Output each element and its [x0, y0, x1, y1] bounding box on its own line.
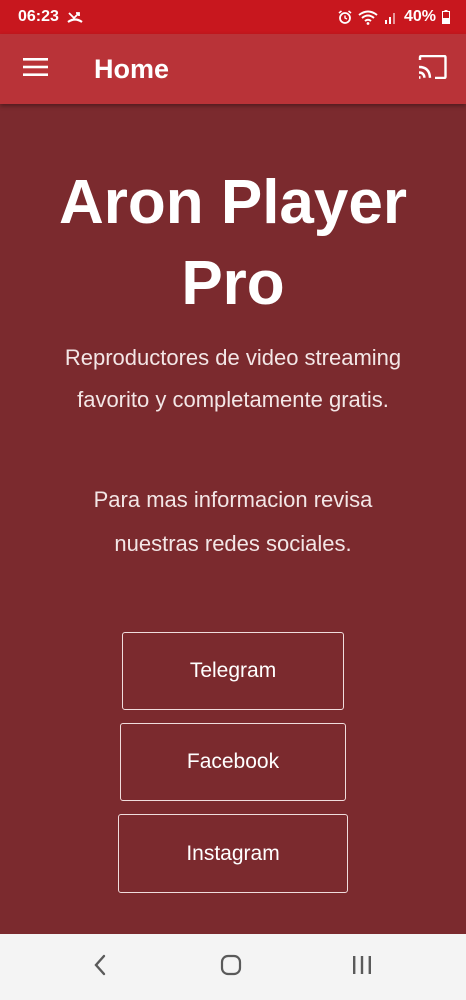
recent-apps-icon — [351, 955, 373, 980]
subtitle-line2: favorito y completamente gratis. — [77, 387, 389, 412]
menu-icon — [23, 57, 49, 82]
main-content: Aron Player Pro Reproductores de video s… — [0, 104, 466, 934]
missed-call-icon — [67, 10, 83, 24]
signal-icon — [384, 10, 398, 24]
info-text: Para mas informacion revisa nuestras red… — [30, 478, 436, 566]
wifi-icon — [358, 10, 378, 25]
instagram-button[interactable]: Instagram — [118, 814, 348, 893]
hero-title-line1: Aron Player — [58, 168, 408, 237]
menu-button[interactable] — [14, 47, 58, 91]
subtitle-line1: Reproductores de video streaming — [64, 345, 402, 370]
status-bar: 06:23 40% — [0, 0, 466, 34]
home-icon — [219, 953, 243, 982]
back-icon — [93, 954, 107, 981]
app-bar: Home — [0, 34, 466, 104]
alarm-icon — [338, 10, 352, 24]
cast-icon — [417, 54, 447, 84]
status-time: 06:23 — [18, 8, 59, 25]
screen: 06:23 40% Home Aron Player Pro Reproduct… — [0, 0, 466, 1000]
facebook-button[interactable]: Facebook — [120, 723, 346, 801]
hero-title: Aron Player Pro — [20, 162, 446, 324]
info-line2: nuestras redes sociales. — [114, 531, 352, 556]
battery-percent: 40% — [403, 8, 436, 25]
cast-button[interactable] — [410, 47, 454, 91]
hero-title-line2: Pro — [181, 249, 285, 318]
status-right: 40% — [338, 8, 450, 26]
battery-icon — [442, 10, 450, 24]
hero-subtitle: Reproductores de video streaming favorit… — [30, 337, 436, 421]
info-line1: Para mas informacion revisa — [93, 487, 373, 512]
status-left: 06:23 — [18, 8, 83, 26]
back-button[interactable] — [78, 945, 122, 989]
telegram-button[interactable]: Telegram — [122, 632, 344, 710]
recent-apps-button[interactable] — [340, 945, 384, 989]
navigation-bar — [0, 934, 466, 1000]
page-title: Home — [94, 54, 170, 84]
home-button[interactable] — [209, 945, 253, 989]
